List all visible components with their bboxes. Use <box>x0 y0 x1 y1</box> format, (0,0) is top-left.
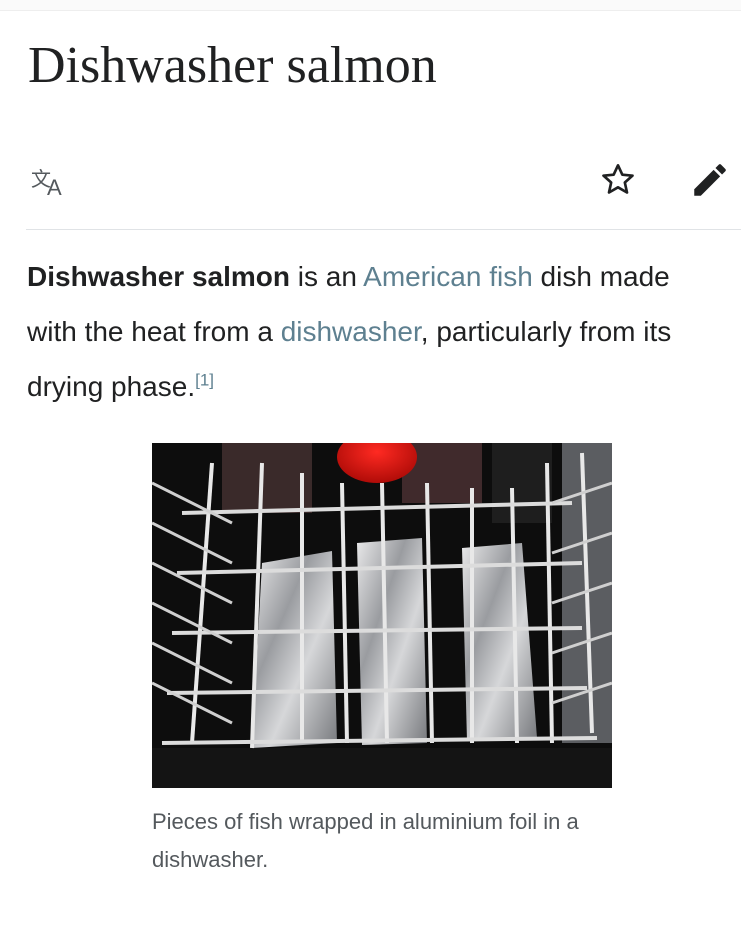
translate-icon[interactable]: 文 A <box>26 158 70 202</box>
figure-image[interactable] <box>152 443 612 788</box>
bold-term: Dishwasher salmon <box>27 261 290 292</box>
header-divider <box>26 229 741 230</box>
citation-link[interactable]: [1] <box>195 371 214 390</box>
page-title: Dishwasher salmon <box>28 37 437 94</box>
top-bar-edge <box>0 0 741 11</box>
page-actions-toolbar: 文 A <box>0 150 741 214</box>
figure-caption: Pieces of fish wrapped in aluminium foil… <box>152 809 579 872</box>
lead-text: is an <box>289 261 364 292</box>
link-american[interactable]: American <box>363 261 481 292</box>
citation-ref: [1] <box>195 371 214 390</box>
dishwasher-photo <box>152 443 612 788</box>
svg-text:A: A <box>47 175 62 200</box>
pencil-icon[interactable] <box>688 158 732 202</box>
link-fish[interactable]: fish <box>489 261 533 292</box>
lead-paragraph: Dishwasher salmon is an American fish di… <box>27 249 727 414</box>
link-dishwasher[interactable]: dishwasher <box>281 316 421 347</box>
star-icon[interactable] <box>596 158 640 202</box>
